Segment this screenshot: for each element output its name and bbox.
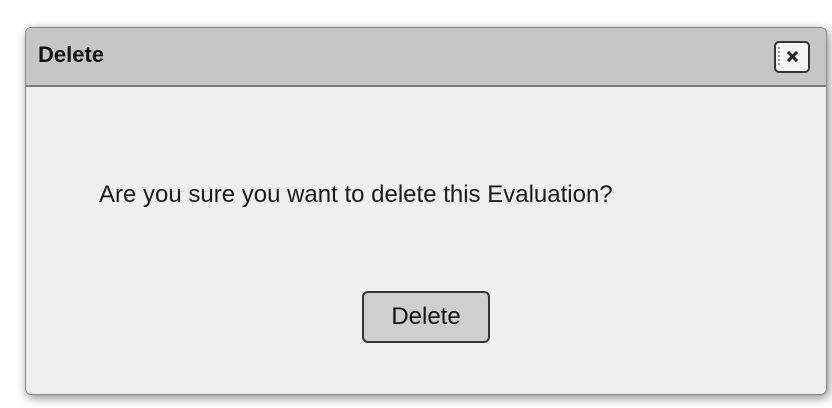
dialog-titlebar: Delete — [26, 28, 826, 87]
delete-button[interactable]: Delete — [362, 291, 490, 343]
close-button[interactable] — [774, 41, 810, 73]
dialog-title: Delete — [38, 42, 105, 67]
page-background: Delete Are you sure you want to delete t… — [0, 0, 832, 408]
delete-dialog: Delete Are you sure you want to delete t… — [25, 27, 827, 395]
confirmation-message: Are you sure you want to delete this Eva… — [99, 181, 613, 208]
close-icon — [778, 47, 799, 67]
